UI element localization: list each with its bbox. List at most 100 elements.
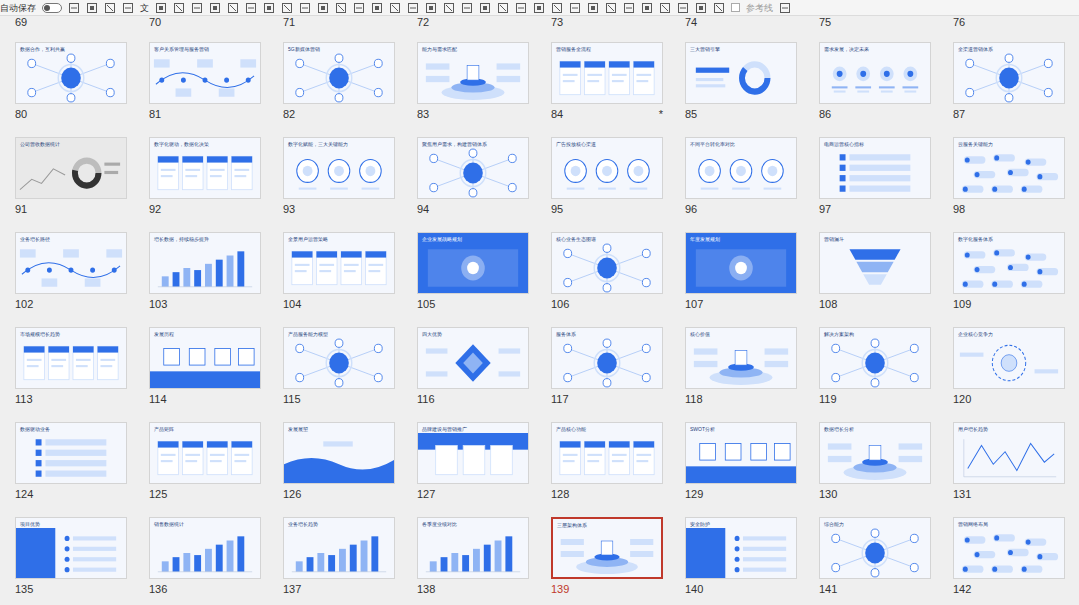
toolbar-tool-icon[interactable]	[695, 2, 707, 14]
slide-thumbnail[interactable]: 市场规模增长趋势	[15, 327, 127, 389]
slide-item[interactable]: 营销网络布局142	[953, 517, 1065, 596]
slide-item[interactable]: 核心业务生态图谱106	[551, 232, 663, 311]
slide-thumbnail[interactable]: 服务体系	[551, 327, 663, 389]
toolbar-tool-icon[interactable]	[659, 2, 671, 14]
slide-item[interactable]: 综合能力141	[819, 517, 931, 596]
slide-thumbnail[interactable]: 发展历程	[149, 327, 261, 389]
slide-thumbnail[interactable]: 数据合作，互利共赢	[15, 42, 127, 104]
slide-thumbnail[interactable]: 数字化赋能，三大关键能力	[283, 137, 395, 199]
slide-thumbnail[interactable]: 用户增长趋势	[953, 422, 1065, 484]
slide-thumbnail[interactable]: 聚焦用户需求，构建营销体系	[417, 137, 529, 199]
toolbar-tool-icon[interactable]	[407, 2, 419, 14]
slide-item[interactable]: 产品矩阵125	[149, 422, 261, 501]
toolbar-tool-icon[interactable]	[335, 2, 347, 14]
slide-item[interactable]: 公司营收数据统计91	[15, 137, 127, 216]
slide-item[interactable]: 市场规模增长趋势113	[15, 327, 127, 406]
slide-thumbnail[interactable]: 营销服务全流程	[551, 42, 663, 104]
toolbar-tool-icon[interactable]	[497, 2, 509, 14]
slide-thumbnail[interactable]: 客户关系管理与服务营销	[149, 42, 261, 104]
slide-item[interactable]: 5G新媒体营销82	[283, 42, 395, 121]
slide-item[interactable]: 业务增长路径102	[15, 232, 127, 311]
slide-thumbnail[interactable]: 产品矩阵	[149, 422, 261, 484]
slide-thumbnail[interactable]: 业务增长路径	[15, 232, 127, 294]
slide-thumbnail[interactable]: 销售数据统计	[149, 517, 261, 579]
slide-thumbnail[interactable]: 增长数据，持续稳步提升	[149, 232, 261, 294]
slide-item[interactable]: 营销漏斗108	[819, 232, 931, 311]
slide-thumbnail[interactable]: 企业发展战略规划	[417, 232, 529, 294]
slide-item[interactable]: 项目优势135	[15, 517, 127, 596]
slide-item[interactable]: 四大优势116	[417, 327, 529, 406]
toolbar-tool-icon[interactable]	[641, 2, 653, 14]
slide-thumbnail[interactable]: 不同平台转化率对比	[685, 137, 797, 199]
toolbar-tool-icon[interactable]	[443, 2, 455, 14]
slide-thumbnail[interactable]: 营销漏斗	[819, 232, 931, 294]
slide-thumbnail[interactable]: 营销网络布局	[953, 517, 1065, 579]
slide-thumbnail[interactable]: 综合能力	[819, 517, 931, 579]
slide-thumbnail[interactable]: 核心业务生态图谱	[551, 232, 663, 294]
slide-item[interactable]: 销售数据统计136	[149, 517, 261, 596]
slide-item[interactable]: 数据驱动业务124	[15, 422, 127, 501]
slide-thumbnail[interactable]: 全景用户运营策略	[283, 232, 395, 294]
slide-thumbnail[interactable]: 业务增长趋势	[283, 517, 395, 579]
toolbar-tool-icon[interactable]	[191, 2, 203, 14]
slide-item[interactable]: 发展展望126	[283, 422, 395, 501]
toolbar-tool-icon[interactable]	[371, 2, 383, 14]
slide-thumbnail[interactable]: 产品核心功能	[551, 422, 663, 484]
slide-item[interactable]: 用户增长趋势131	[953, 422, 1065, 501]
toolbar-tool-icon[interactable]	[623, 2, 635, 14]
slide-item[interactable]: 产品核心功能128	[551, 422, 663, 501]
slide-item[interactable]: 三大营销引擎85	[685, 42, 797, 121]
toolbar-tool-icon[interactable]	[122, 2, 134, 14]
slide-item[interactable]: 核心价值118	[685, 327, 797, 406]
slide-thumbnail[interactable]: 云服务关键能力	[953, 137, 1065, 199]
slide-item[interactable]: 不同平台转化率对比96	[685, 137, 797, 216]
slide-item[interactable]: 安全防护140	[685, 517, 797, 596]
toolbar-tool-icon[interactable]	[263, 2, 275, 14]
slide-thumbnail[interactable]: 全渠道营销体系	[953, 42, 1065, 104]
toolbar-tool-icon[interactable]	[425, 2, 437, 14]
slide-thumbnail[interactable]: 核心价值	[685, 327, 797, 389]
slide-item[interactable]: 服务体系117	[551, 327, 663, 406]
slide-item[interactable]: 全渠道营销体系87	[953, 42, 1065, 121]
slide-thumbnail[interactable]: 解决方案架构	[819, 327, 931, 389]
toolbar-tool-icon[interactable]	[569, 2, 581, 14]
slide-thumbnail[interactable]: 年度发展规划	[685, 232, 797, 294]
slide-thumbnail[interactable]: 能力与需求匹配	[417, 42, 529, 104]
slide-thumbnail[interactable]: 三层架构体系	[551, 517, 663, 579]
toolbar-tool-icon[interactable]	[317, 2, 329, 14]
slide-thumbnail[interactable]: 需求发展，决定未来	[819, 42, 931, 104]
toolbar-tool-icon[interactable]	[551, 2, 563, 14]
toolbar-tool-icon[interactable]	[227, 2, 239, 14]
slide-thumbnail[interactable]: 数据增长分析	[819, 422, 931, 484]
slide-item[interactable]: 客户关系管理与服务营销81	[149, 42, 261, 121]
slide-thumbnail[interactable]: 三大营销引擎	[685, 42, 797, 104]
slide-item[interactable]: 广告投放核心渠道95	[551, 137, 663, 216]
slide-thumbnail[interactable]: 数字化驱动，数据化决策	[149, 137, 261, 199]
slide-item[interactable]: 云服务关键能力98	[953, 137, 1065, 216]
guides-label[interactable]: 参考线	[746, 2, 773, 14]
slide-item[interactable]: 数字化服务体系109	[953, 232, 1065, 311]
slide-thumbnail[interactable]: 品牌建设与营销推广	[417, 422, 529, 484]
toolbar-tool-icon[interactable]	[533, 2, 545, 14]
slide-thumbnail[interactable]: 项目优势	[15, 517, 127, 579]
toolbar-tool-icon[interactable]	[281, 2, 293, 14]
slide-item[interactable]: 产品服务能力模型115	[283, 327, 395, 406]
slide-thumbnail[interactable]: 各季度业绩对比	[417, 517, 529, 579]
slide-item[interactable]: 电商运营核心指标97	[819, 137, 931, 216]
toolbar-tool-icon[interactable]	[713, 2, 725, 14]
toolbar-tool-icon[interactable]	[587, 2, 599, 14]
toolbar-tool-icon[interactable]	[515, 2, 527, 14]
slide-thumbnail[interactable]: 产品服务能力模型	[283, 327, 395, 389]
slide-item[interactable]: 企业发展战略规划105	[417, 232, 529, 311]
toolbar-tool-icon[interactable]	[389, 2, 401, 14]
slide-thumbnail[interactable]: 公司营收数据统计	[15, 137, 127, 199]
slide-item[interactable]: 数字化驱动，数据化决策92	[149, 137, 261, 216]
slide-thumbnail[interactable]: 电商运营核心指标	[819, 137, 931, 199]
slide-thumbnail[interactable]: 发展展望	[283, 422, 395, 484]
slide-thumbnail[interactable]: SWOT分析	[685, 422, 797, 484]
slide-thumbnail[interactable]: 5G新媒体营销	[283, 42, 395, 104]
slide-item[interactable]: 品牌建设与营销推广127	[417, 422, 529, 501]
slide-item[interactable]: 业务增长趋势137	[283, 517, 395, 596]
slide-item[interactable]: 各季度业绩对比138	[417, 517, 529, 596]
slide-item[interactable]: 营销服务全流程84*	[551, 42, 663, 121]
